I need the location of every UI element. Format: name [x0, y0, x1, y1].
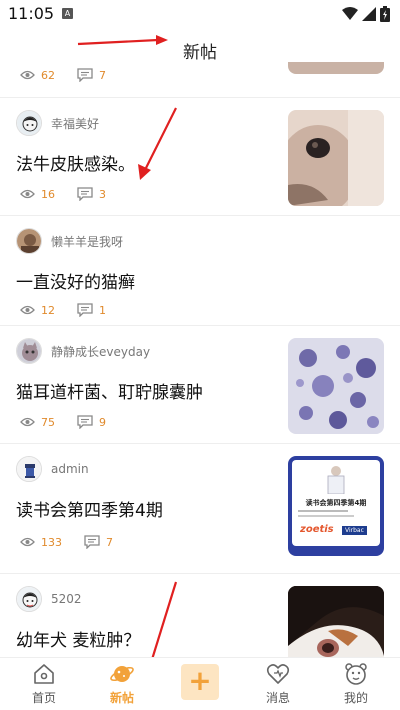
tab-label: 首页: [31, 691, 56, 705]
comments-count: 3: [99, 187, 106, 201]
add-icon: +: [188, 664, 212, 697]
thumbnail-heading: 读书会第四季第4期: [305, 499, 367, 507]
avatar: [16, 228, 42, 254]
post-title[interactable]: 猫耳道杆菌、耵聍腺囊肿: [16, 378, 203, 403]
post-stats: 12 1: [20, 303, 128, 317]
eye-icon: [20, 417, 35, 427]
bear-face-icon: [345, 663, 367, 685]
author-name: 懒羊羊是我呀: [51, 234, 124, 249]
comments-stat: 9: [77, 415, 106, 429]
avatar: [16, 586, 42, 612]
comments-count: 7: [99, 68, 106, 82]
comments-stat: 7: [77, 68, 106, 82]
comment-icon: [77, 303, 93, 317]
wifi-icon: [342, 7, 358, 20]
partial-post[interactable]: 62 7: [0, 62, 400, 98]
battery-icon: [380, 6, 390, 22]
status-icons: [342, 6, 390, 22]
views-count: 133: [41, 535, 62, 549]
comments-count: 1: [99, 303, 106, 317]
post-stats: 16 3: [20, 187, 128, 201]
avatar: [16, 110, 42, 136]
post-thumbnail: [288, 62, 384, 74]
tab-label: 我的: [343, 691, 368, 705]
views-stat: 16: [20, 188, 55, 201]
home-icon: [34, 664, 54, 684]
comments-count: 9: [99, 415, 106, 429]
status-bar: 11:05 A: [0, 0, 400, 28]
comments-count: 7: [106, 535, 113, 549]
page-title: 新帖: [183, 43, 217, 63]
views-count: 62: [41, 68, 55, 82]
planet-icon: [110, 666, 134, 682]
zoetis-logo: zoetis: [300, 524, 334, 535]
add-post-button[interactable]: +: [181, 664, 219, 700]
post-stats: 133 7: [20, 535, 135, 549]
views-stat: 62: [20, 69, 55, 82]
views-stat: 75: [20, 416, 55, 429]
comment-icon: [77, 68, 93, 82]
post-thumbnail[interactable]: [288, 338, 384, 434]
post-card[interactable]: 静静成长eveyday 猫耳道杆菌、耵聍腺囊肿 75 9: [0, 326, 400, 444]
post-thumbnail[interactable]: [288, 586, 384, 657]
post-stats: 62 7: [20, 68, 128, 82]
eye-icon: [20, 537, 35, 547]
author-name: 5202: [51, 592, 82, 606]
avatar: [16, 456, 42, 482]
post-card[interactable]: 5202 幼年犬 麦粒肿？: [0, 574, 400, 657]
notification-icon: A: [62, 8, 73, 19]
eye-icon: [20, 70, 35, 80]
post-author[interactable]: 5202: [16, 586, 82, 612]
post-author[interactable]: 幸福美好: [16, 110, 99, 136]
avatar: [16, 338, 42, 364]
status-time: 11:05: [8, 4, 55, 23]
author-name: 幸福美好: [51, 116, 100, 131]
post-author[interactable]: admin: [16, 456, 89, 482]
author-name: admin: [51, 462, 89, 476]
post-card[interactable]: 懒羊羊是我呀 一直没好的猫癣 12 1: [0, 216, 400, 326]
eye-icon: [20, 305, 35, 315]
post-title[interactable]: 幼年犬 麦粒肿？: [16, 626, 140, 651]
comments-stat: 1: [77, 303, 106, 317]
post-thumbnail[interactable]: [288, 110, 384, 206]
comment-icon: [84, 535, 100, 549]
views-count: 12: [41, 303, 55, 317]
post-title[interactable]: 读书会第四季第4期: [16, 496, 163, 521]
eye-icon: [20, 189, 35, 199]
tab-label: 消息: [265, 691, 290, 705]
signal-icon: [362, 7, 376, 21]
post-thumbnail[interactable]: 读书会第四季第4期 zoetis Virbac: [288, 456, 384, 556]
post-author[interactable]: 静静成长eveyday: [16, 338, 150, 364]
tab-profile[interactable]: 我的: [316, 658, 396, 710]
comment-icon: [77, 415, 93, 429]
tab-label: 新帖: [109, 691, 134, 705]
post-stats: 75 9: [20, 415, 128, 429]
comments-stat: 7: [84, 535, 113, 549]
post-title[interactable]: 一直没好的猫癣: [16, 268, 135, 293]
views-stat: 12: [20, 304, 55, 317]
views-count: 16: [41, 187, 55, 201]
post-feed[interactable]: 62 7 幸福美好 法牛皮肤感染。 16 3 懒羊羊是我呀 一直没好的猫癣 12…: [0, 62, 400, 657]
tab-home[interactable]: 首页: [4, 658, 84, 710]
post-card[interactable]: 幸福美好 法牛皮肤感染。 16 3: [0, 98, 400, 216]
heart-icon: [266, 664, 290, 684]
comments-stat: 3: [77, 187, 106, 201]
comment-icon: [77, 187, 93, 201]
virbac-logo: Virbac: [342, 526, 367, 535]
tab-messages[interactable]: 消息: [238, 658, 318, 710]
bottom-tab-bar: 首页 新帖 + 消息 我的: [0, 657, 400, 710]
views-count: 75: [41, 415, 55, 429]
views-stat: 133: [20, 536, 62, 549]
post-title[interactable]: 法牛皮肤感染。: [16, 150, 135, 175]
post-author[interactable]: 懒羊羊是我呀: [16, 228, 123, 254]
post-card[interactable]: admin 读书会第四季第4期 133 7 读书会第四季第4期 zoetis V…: [0, 444, 400, 574]
tab-new-posts[interactable]: 新帖: [82, 658, 162, 710]
author-name: 静静成长eveyday: [51, 344, 151, 359]
